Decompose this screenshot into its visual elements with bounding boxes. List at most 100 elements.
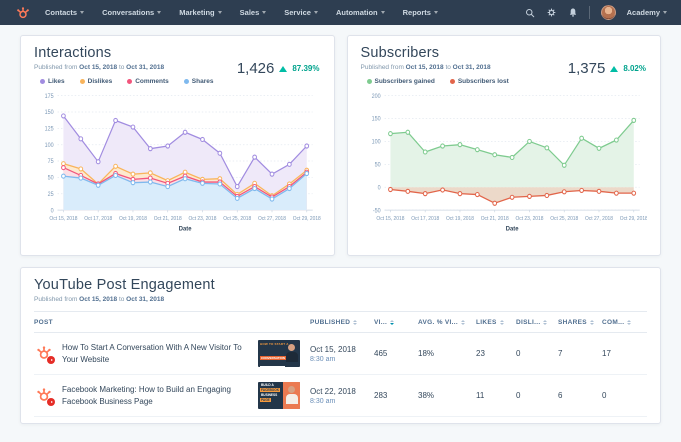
column-header-avgvi[interactable]: AVG. % VI... bbox=[418, 319, 476, 326]
trend-up-icon bbox=[610, 65, 619, 72]
legend-item-subscribers-gained[interactable]: Subscribers gained bbox=[366, 78, 435, 85]
nav-item-contacts[interactable]: Contacts bbox=[45, 8, 85, 17]
column-label: LIKES bbox=[476, 319, 497, 326]
column-header-disli[interactable]: DISLI... bbox=[516, 319, 558, 326]
nav-item-conversations[interactable]: Conversations bbox=[102, 8, 162, 17]
video-thumbnail[interactable]: BUILD A FACEBOOK BUSINESS PAGE bbox=[258, 382, 300, 409]
legend-item-likes[interactable]: Likes bbox=[40, 78, 65, 85]
published-time[interactable]: 8:30 am bbox=[310, 398, 374, 405]
avatar[interactable] bbox=[600, 5, 616, 20]
top-nav: Contacts Conversations Marketing Sales Servi… bbox=[0, 0, 681, 25]
svg-text:Oct 29, 2018: Oct 29, 2018 bbox=[293, 216, 321, 222]
post-title-link[interactable]: How To Start A Conversation With A New V… bbox=[62, 342, 258, 364]
nav-item-label: Marketing bbox=[179, 8, 215, 17]
date-end: Oct 31, 2018 bbox=[126, 296, 165, 303]
nav-item-label: Automation bbox=[335, 8, 378, 17]
column-header-likes[interactable]: LIKES bbox=[476, 319, 516, 326]
chevron-down-icon bbox=[380, 11, 385, 14]
sort-carets-icon bbox=[353, 320, 358, 325]
published-time[interactable]: 8:30 am bbox=[310, 356, 374, 363]
svg-text:Date: Date bbox=[179, 225, 192, 232]
shares-cell: 7 bbox=[558, 349, 563, 358]
column-label: SHARES bbox=[558, 319, 587, 326]
legend-dot-icon bbox=[366, 79, 372, 84]
sort-carets-icon bbox=[499, 320, 504, 325]
svg-text:Oct 23, 2018: Oct 23, 2018 bbox=[515, 216, 543, 222]
column-label: VI... bbox=[374, 319, 388, 326]
legend-item-subscribers-lost[interactable]: Subscribers lost bbox=[449, 78, 509, 85]
sort-carets-icon bbox=[627, 320, 632, 325]
search-icon[interactable] bbox=[525, 8, 535, 18]
svg-text:-50: -50 bbox=[372, 208, 380, 214]
legend-item-shares[interactable]: Shares bbox=[183, 78, 214, 85]
gear-icon[interactable] bbox=[546, 7, 557, 18]
legend-item-dislikes[interactable]: Dislikes bbox=[79, 78, 112, 85]
engagement-subtitle: Published from Oct 15, 2018 to Oct 31, 2… bbox=[34, 296, 647, 303]
column-header-shares[interactable]: SHARES bbox=[558, 319, 602, 326]
nav-item-label: Reports bbox=[402, 8, 431, 17]
channel-icon bbox=[36, 387, 55, 406]
legend-label: Likes bbox=[48, 78, 65, 85]
legend-dot-icon bbox=[183, 79, 189, 84]
youtube-badge-icon bbox=[47, 355, 55, 364]
engagement-card: YouTube Post Engagement Published from O… bbox=[20, 267, 661, 424]
chevron-down-icon bbox=[157, 11, 162, 14]
legend-dot-icon bbox=[449, 79, 455, 84]
chevron-down-icon bbox=[80, 11, 85, 14]
subscribers-title: Subscribers bbox=[360, 45, 440, 61]
nav-item-sales[interactable]: Sales bbox=[240, 8, 267, 17]
academy-menu[interactable]: Academy bbox=[627, 8, 667, 17]
svg-text:Oct 17, 2018: Oct 17, 2018 bbox=[411, 216, 439, 222]
legend-label: Shares bbox=[191, 78, 214, 85]
hubspot-logo[interactable] bbox=[16, 6, 30, 20]
interactions-card: Interactions Published from Oct 15, 2018… bbox=[20, 35, 335, 256]
svg-text:Oct 25, 2018: Oct 25, 2018 bbox=[223, 216, 251, 222]
interactions-title: Interactions bbox=[34, 45, 112, 61]
svg-text:Oct 15, 2018: Oct 15, 2018 bbox=[49, 216, 77, 222]
engagement-title: YouTube Post Engagement bbox=[34, 277, 215, 293]
svg-text:175: 175 bbox=[45, 94, 54, 100]
legend-label: Comments bbox=[135, 78, 169, 85]
academy-label: Academy bbox=[626, 8, 660, 17]
legend-dot-icon bbox=[79, 79, 85, 84]
views-cell: 465 bbox=[374, 349, 388, 358]
nav-item-label: Sales bbox=[239, 8, 260, 17]
table-row: Facebook Marketing: How to Build an Enga… bbox=[34, 375, 647, 417]
column-header-com[interactable]: COM... bbox=[602, 319, 644, 326]
svg-text:0: 0 bbox=[51, 208, 54, 214]
to-word: to bbox=[445, 64, 451, 71]
interactions-total-stat: 1,426 87.39% bbox=[237, 60, 320, 77]
svg-text:Oct 23, 2018: Oct 23, 2018 bbox=[188, 216, 216, 222]
published-prefix: Published from bbox=[34, 296, 78, 303]
comments-cell: 0 bbox=[602, 391, 607, 400]
column-header-published[interactable]: PUBLISHED bbox=[310, 319, 374, 326]
chevron-down-icon bbox=[217, 11, 222, 14]
svg-text:100: 100 bbox=[371, 139, 380, 145]
post-title-link[interactable]: Facebook Marketing: How to Build an Enga… bbox=[62, 384, 258, 406]
nav-item-marketing[interactable]: Marketing bbox=[179, 8, 222, 17]
bell-icon[interactable] bbox=[568, 7, 578, 18]
interactions-total: 1,426 bbox=[236, 60, 275, 77]
chevron-down-icon bbox=[262, 11, 267, 14]
date-end: Oct 31, 2018 bbox=[126, 64, 165, 71]
column-header-vi[interactable]: VI... bbox=[374, 319, 418, 326]
published-date: Oct 22, 2018 bbox=[310, 386, 356, 396]
chevron-down-icon bbox=[313, 11, 318, 14]
svg-text:75: 75 bbox=[48, 159, 54, 165]
svg-text:50: 50 bbox=[48, 175, 54, 181]
interactions-legend: Likes Dislikes Comments Shares bbox=[40, 78, 321, 85]
legend-dot-icon bbox=[40, 79, 45, 84]
nav-item-reports[interactable]: Reports bbox=[403, 8, 438, 17]
svg-text:150: 150 bbox=[45, 110, 54, 116]
nav-item-automation[interactable]: Automation bbox=[336, 8, 385, 17]
dislikes-cell: 0 bbox=[516, 391, 521, 400]
column-label: DISLI... bbox=[516, 319, 541, 326]
svg-text:Oct 15, 2018: Oct 15, 2018 bbox=[376, 216, 404, 222]
date-start: Oct 15, 2018 bbox=[79, 296, 118, 303]
nav-item-service[interactable]: Service bbox=[284, 8, 318, 17]
column-label: PUBLISHED bbox=[310, 319, 351, 326]
table-body: How To Start A Conversation With A New V… bbox=[34, 333, 647, 417]
legend-item-comments[interactable]: Comments bbox=[127, 78, 169, 85]
nav-item-label: Conversations bbox=[102, 8, 155, 17]
video-thumbnail[interactable]: HOW TO START ACONVERSATIONNEW VISITOR bbox=[258, 340, 300, 367]
